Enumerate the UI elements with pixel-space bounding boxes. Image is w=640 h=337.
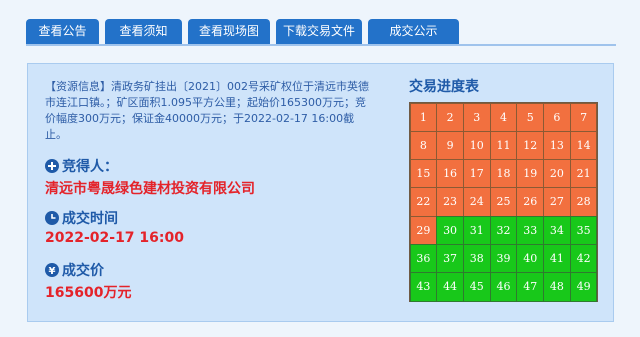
progress-cell-completed: 16 bbox=[436, 159, 464, 189]
tab-view-notice[interactable]: 查看公告 bbox=[26, 19, 99, 45]
progress-cell-completed: 9 bbox=[436, 130, 464, 161]
progress-cell-completed: 26 bbox=[516, 187, 545, 217]
progress-cell-pending: 44 bbox=[436, 272, 464, 302]
svg-text:¥: ¥ bbox=[49, 266, 56, 277]
winner-label: 竞得人： bbox=[62, 159, 118, 175]
tab-view-instructions[interactable]: 查看须知 bbox=[105, 19, 182, 45]
winner-name: 清远市粤晟绿色建材投资有限公司 bbox=[45, 181, 255, 197]
progress-cell-completed: 4 bbox=[489, 102, 518, 132]
progress-cell-pending: 49 bbox=[569, 272, 598, 302]
progress-cell-pending: 41 bbox=[543, 243, 571, 274]
tab-bar: 查看公告 查看须知 查看现场图 下载交易文件 成交公示 bbox=[26, 19, 465, 45]
progress-cell-pending: 30 bbox=[436, 215, 464, 245]
deal-time-label: 成交时间 bbox=[62, 211, 118, 227]
progress-cell-pending: 32 bbox=[489, 215, 518, 245]
tab-deal-publicity[interactable]: 成交公示 bbox=[368, 19, 459, 45]
progress-cell-pending: 48 bbox=[543, 272, 571, 302]
progress-title: 交易进度表 bbox=[409, 79, 479, 95]
progress-cell-completed: 28 bbox=[569, 187, 598, 217]
progress-cell-completed: 3 bbox=[462, 102, 491, 132]
progress-cell-completed: 8 bbox=[409, 130, 438, 161]
progress-cell-pending: 36 bbox=[409, 243, 438, 274]
progress-cell-pending: 39 bbox=[489, 243, 518, 274]
progress-cell-completed: 2 bbox=[436, 102, 464, 132]
progress-cell-completed: 29 bbox=[409, 215, 438, 245]
progress-cell-completed: 21 bbox=[569, 159, 598, 189]
progress-cell-completed: 5 bbox=[516, 102, 545, 132]
progress-cell-completed: 13 bbox=[543, 130, 571, 161]
deal-price-label: 成交价 bbox=[62, 263, 104, 279]
deal-price-value: 165600万元 bbox=[45, 285, 132, 301]
resource-info-text: 【资源信息】清政务矿挂出〔2021〕002号采矿权位于清远市英德市连江口镇。；矿… bbox=[45, 80, 369, 141]
progress-cell-completed: 15 bbox=[409, 159, 438, 189]
progress-cell-completed: 22 bbox=[409, 187, 438, 217]
yen-circle-icon: ¥ bbox=[45, 263, 59, 277]
progress-cell-pending: 47 bbox=[516, 272, 545, 302]
winner-heading: 竞得人： bbox=[45, 156, 118, 176]
progress-cell-completed: 24 bbox=[462, 187, 491, 217]
progress-cell-pending: 42 bbox=[569, 243, 598, 274]
progress-cell-completed: 1 bbox=[409, 102, 438, 132]
progress-cell-completed: 17 bbox=[462, 159, 491, 189]
progress-cell-completed: 23 bbox=[436, 187, 464, 217]
progress-cell-pending: 38 bbox=[462, 243, 491, 274]
progress-cell-completed: 6 bbox=[543, 102, 571, 132]
progress-grid: 1 2 3 4 5 6 7 8 9 10 11 12 13 14 15 16 17 18 19 20 21 22 23 24 2… bbox=[409, 102, 598, 302]
progress-cell-pending: 31 bbox=[462, 215, 491, 245]
tab-view-site-map[interactable]: 查看现场图 bbox=[188, 19, 270, 45]
plus-circle-icon bbox=[45, 159, 59, 173]
progress-cell-completed: 10 bbox=[462, 130, 491, 161]
progress-cell-pending: 45 bbox=[462, 272, 491, 302]
progress-cell-pending: 37 bbox=[436, 243, 464, 274]
progress-cell-pending: 43 bbox=[409, 272, 438, 302]
progress-cell-pending: 34 bbox=[543, 215, 571, 245]
progress-cell-completed: 19 bbox=[516, 159, 545, 189]
tab-download-documents[interactable]: 下载交易文件 bbox=[276, 19, 362, 45]
progress-cell-completed: 14 bbox=[569, 130, 598, 161]
progress-cell-completed: 18 bbox=[489, 159, 518, 189]
progress-cell-completed: 27 bbox=[543, 187, 571, 217]
progress-cell-pending: 46 bbox=[489, 272, 518, 302]
progress-cell-completed: 7 bbox=[569, 102, 598, 132]
progress-cell-pending: 40 bbox=[516, 243, 545, 274]
progress-cell-completed: 11 bbox=[489, 130, 518, 161]
deal-price-heading: ¥ 成交价 bbox=[45, 260, 104, 280]
progress-cell-pending: 35 bbox=[569, 215, 598, 245]
clock-icon bbox=[45, 211, 59, 225]
deal-time-heading: 成交时间 bbox=[45, 208, 118, 228]
progress-cell-completed: 12 bbox=[516, 130, 545, 161]
progress-cell-completed: 20 bbox=[543, 159, 571, 189]
progress-cell-pending: 33 bbox=[516, 215, 545, 245]
deal-panel: 【资源信息】清政务矿挂出〔2021〕002号采矿权位于清远市英德市连江口镇。；矿… bbox=[27, 63, 614, 322]
tab-underline bbox=[26, 44, 616, 46]
progress-cell-completed: 25 bbox=[489, 187, 518, 217]
deal-time-value: 2022-02-17 16:00 bbox=[45, 230, 184, 246]
